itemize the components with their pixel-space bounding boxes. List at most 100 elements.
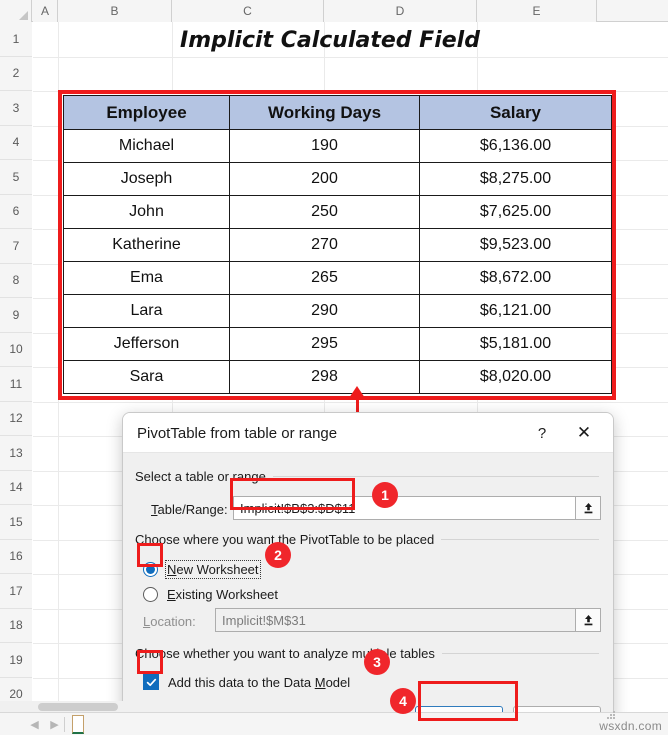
- grid-row-line: [33, 401, 668, 403]
- sheet-title: Implicit Calculated Field: [180, 27, 480, 53]
- column-header-row: A B C D E: [0, 0, 668, 22]
- column-header-d-label: D: [395, 4, 405, 18]
- existing-worksheet-radio-row[interactable]: Existing Worksheet: [143, 584, 278, 604]
- row-header-15[interactable]: 15: [0, 505, 32, 540]
- row-header-label: 18: [9, 618, 23, 633]
- cell-working-days[interactable]: 290: [229, 294, 420, 328]
- cell-working-days[interactable]: 265: [229, 261, 420, 295]
- row-header-17[interactable]: 17: [0, 574, 32, 609]
- column-header-c[interactable]: C: [172, 0, 324, 22]
- column-header-b[interactable]: B: [58, 0, 172, 22]
- cell-working-days[interactable]: 298: [229, 360, 420, 394]
- column-header-a[interactable]: A: [33, 0, 58, 22]
- row-header-5[interactable]: 5: [0, 160, 32, 195]
- cell-salary[interactable]: $8,672.00: [419, 261, 612, 295]
- collapse-dialog-icon: [584, 502, 592, 513]
- cell-working-days[interactable]: 295: [229, 327, 420, 361]
- row-header-16[interactable]: 16: [0, 539, 32, 574]
- row-header-18[interactable]: 18: [0, 608, 32, 643]
- table-header-working-days: Working Days: [229, 95, 420, 130]
- dialog-titlebar: PivotTable from table or range ? ✕: [123, 413, 613, 453]
- row-header-19[interactable]: 19: [0, 643, 32, 678]
- row-header-label: 10: [9, 342, 23, 357]
- column-header-b-label: B: [110, 4, 119, 18]
- collapse-dialog-icon: [584, 614, 592, 625]
- cell-employee[interactable]: Lara: [63, 294, 230, 328]
- sheet-tab-bar: ◀ ▶ wsxdn.com: [0, 711, 668, 735]
- cell-salary[interactable]: $5,181.00: [419, 327, 612, 361]
- triangle-left-icon[interactable]: ◀: [28, 718, 41, 731]
- new-worksheet-radio-row[interactable]: New Worksheet: [143, 559, 261, 579]
- table-header-salary: Salary: [419, 95, 612, 130]
- cell-employee[interactable]: Sara: [63, 360, 230, 394]
- cell-working-days[interactable]: 200: [229, 162, 420, 196]
- sheet-tab-active[interactable]: [72, 715, 84, 734]
- source-group-label: Select a table or range: [135, 469, 273, 484]
- cell-employee[interactable]: Katherine: [63, 228, 230, 262]
- row-header-label: 6: [12, 204, 20, 219]
- pivottable-dialog[interactable]: PivotTable from table or range ? ✕ Selec…: [122, 412, 614, 723]
- row-header-label: 4: [12, 135, 20, 150]
- cell-employee[interactable]: Jefferson: [63, 327, 230, 361]
- row-header-1[interactable]: 1: [0, 22, 32, 57]
- help-icon[interactable]: ?: [527, 419, 557, 447]
- existing-worksheet-label: Existing Worksheet: [167, 586, 279, 602]
- existing-worksheet-radio[interactable]: [143, 586, 158, 602]
- cell-working-days[interactable]: 190: [229, 129, 420, 163]
- row-header-column: 1 2 3 4 5 6 7 8 9 10 11 12 13 14 15 16 17 18 19 20: [0, 22, 32, 712]
- range-picker-button[interactable]: [575, 496, 601, 520]
- row-header-11[interactable]: 11: [0, 367, 32, 402]
- cell-salary[interactable]: $9,523.00: [419, 228, 612, 262]
- row-header-9[interactable]: 9: [0, 298, 32, 333]
- row-header-10[interactable]: 10: [0, 332, 32, 367]
- cell-employee[interactable]: Michael: [63, 129, 230, 163]
- cell-salary[interactable]: $6,136.00: [419, 129, 612, 163]
- cell-working-days[interactable]: 250: [229, 195, 420, 229]
- row-header-2[interactable]: 2: [0, 56, 32, 91]
- cell-working-days[interactable]: 270: [229, 228, 420, 262]
- data-model-checkbox-row[interactable]: Add this data to the Data Model: [143, 672, 350, 692]
- column-header-d[interactable]: D: [324, 0, 477, 22]
- row-header-label: 8: [12, 273, 20, 288]
- row-header-label: 5: [12, 169, 20, 184]
- cell-salary[interactable]: $7,625.00: [419, 195, 612, 229]
- close-icon[interactable]: ✕: [569, 419, 599, 447]
- table-row: Lara 290 $6,121.00: [63, 294, 612, 328]
- row-header-7[interactable]: 7: [0, 229, 32, 264]
- horizontal-scrollbar-thumb[interactable]: [38, 703, 118, 711]
- row-header-6[interactable]: 6: [0, 194, 32, 229]
- table-row: Jefferson 295 $5,181.00: [63, 327, 612, 361]
- new-worksheet-radio[interactable]: [143, 561, 158, 577]
- cell-salary[interactable]: $8,020.00: [419, 360, 612, 394]
- cell-employee[interactable]: Ema: [63, 261, 230, 295]
- cell-salary[interactable]: $6,121.00: [419, 294, 612, 328]
- table-body: Michael 190 $6,136.00 Joseph 200 $8,275.00 Joh…: [63, 129, 612, 394]
- row-header-8[interactable]: 8: [0, 263, 32, 298]
- row-header-label: 14: [9, 480, 23, 495]
- badge-2: 2: [265, 542, 291, 568]
- row-header-label: 3: [12, 100, 20, 115]
- column-header-a-label: A: [40, 4, 49, 18]
- row-header-label: 2: [12, 66, 20, 81]
- cell-salary[interactable]: $8,275.00: [419, 162, 612, 196]
- row-header-12[interactable]: 12: [0, 401, 32, 436]
- column-header-e[interactable]: E: [477, 0, 597, 22]
- table-header-row: Employee Working Days Salary: [63, 95, 612, 130]
- select-all-corner[interactable]: [0, 0, 32, 22]
- cell-employee[interactable]: John: [63, 195, 230, 229]
- dialog-title: PivotTable from table or range: [137, 424, 338, 442]
- employee-table: Employee Working Days Salary Michael 190 $…: [63, 95, 612, 394]
- placement-group-label: Choose where you want the PivotTable to …: [135, 532, 442, 547]
- location-input[interactable]: Implicit!$M$31: [215, 608, 588, 632]
- cell-employee[interactable]: Joseph: [63, 162, 230, 196]
- row-header-3[interactable]: 3: [0, 91, 32, 126]
- location-picker-button[interactable]: [575, 608, 601, 632]
- table-range-input[interactable]: Implicit!$B$3:$D$11: [233, 496, 588, 520]
- triangle-right-icon[interactable]: ▶: [48, 718, 61, 731]
- row-header-4[interactable]: 4: [0, 125, 32, 160]
- data-model-checkbox[interactable]: [143, 674, 159, 690]
- multiple-tables-group-label: Choose whether you want to analyze multi…: [135, 646, 442, 661]
- row-header-14[interactable]: 14: [0, 470, 32, 505]
- checkmark-icon: [146, 678, 156, 686]
- row-header-13[interactable]: 13: [0, 436, 32, 471]
